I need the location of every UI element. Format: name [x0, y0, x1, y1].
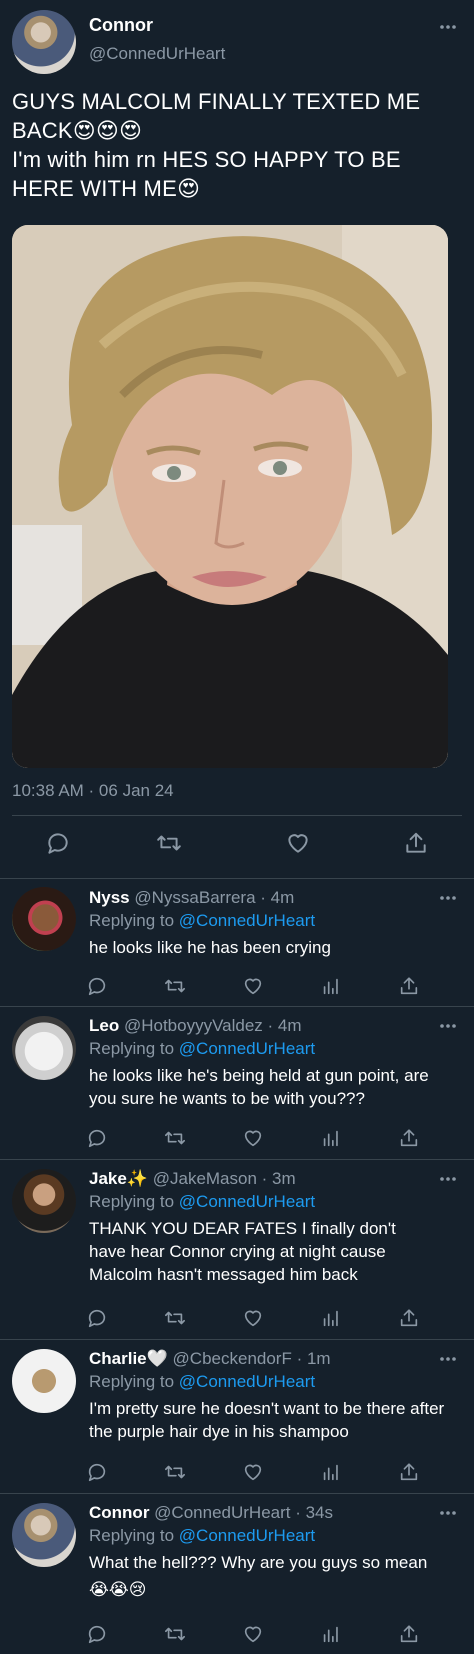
tweet-photo[interactable]	[12, 225, 448, 768]
like-icon[interactable]	[242, 1127, 264, 1149]
tweet-actions	[0, 830, 474, 860]
reply-tweet[interactable]: Connor @ConnedUrHeart · 34s Replying to …	[0, 1493, 474, 1654]
tweet-text: GUYS MALCOLM FINALLY TEXTED ME BACK😍😍😍 I…	[12, 87, 462, 203]
more-icon[interactable]	[440, 1023, 456, 1029]
divider	[12, 815, 462, 816]
tweet-text-line: I'm with him rn HES SO HAPPY TO BE	[12, 147, 401, 172]
avatar[interactable]	[12, 1016, 76, 1080]
replying-to-link[interactable]: @ConnedUrHeart	[179, 911, 315, 930]
avatar[interactable]	[12, 1169, 76, 1233]
reply-icon[interactable]	[86, 1623, 108, 1645]
reply-tweet[interactable]: Jake✨ @JakeMason · 3m Replying to @Conne…	[0, 1159, 474, 1339]
reply-author-handle[interactable]: @ConnedUrHeart · 34s	[154, 1503, 333, 1522]
reply-actions	[0, 1623, 474, 1649]
more-icon[interactable]	[440, 1510, 456, 1516]
author-name[interactable]: Connor	[89, 15, 153, 36]
retweet-icon[interactable]	[156, 830, 182, 856]
avatar[interactable]	[12, 887, 76, 951]
like-icon[interactable]	[242, 1461, 264, 1483]
share-icon[interactable]	[398, 1623, 420, 1645]
reply-icon[interactable]	[86, 1307, 108, 1329]
replying-to-link[interactable]: @ConnedUrHeart	[179, 1192, 315, 1211]
avatar[interactable]	[12, 10, 76, 74]
more-icon[interactable]	[440, 1356, 456, 1362]
replying-to-label: Replying to	[89, 911, 175, 930]
author-handle[interactable]: @ConnedUrHeart	[89, 44, 225, 64]
analytics-icon[interactable]	[320, 975, 342, 997]
tweet-text-line: BACK😍😍😍	[12, 118, 143, 143]
like-icon[interactable]	[242, 1623, 264, 1645]
replying-to-link[interactable]: @ConnedUrHeart	[179, 1372, 315, 1391]
reply-text: I'm pretty sure he doesn't want to be th…	[89, 1399, 445, 1441]
reply-author-handle[interactable]: @JakeMason · 3m	[153, 1169, 296, 1188]
reply-icon[interactable]	[86, 1127, 108, 1149]
replying-to-label: Replying to	[89, 1526, 175, 1545]
like-icon[interactable]	[242, 1307, 264, 1329]
replying-to-link[interactable]: @ConnedUrHeart	[179, 1526, 315, 1545]
tweet-timestamp[interactable]: 10:38 AM · 06 Jan 24	[12, 781, 174, 801]
reply-author-name[interactable]: Connor	[89, 1503, 149, 1522]
reply-text: he looks like he has been crying	[89, 938, 331, 957]
reply-text-emoji: 😭😭😢	[89, 1580, 147, 1599]
reply-tweet[interactable]: Charlie🤍 @CbeckendorF · 1m Replying to @…	[0, 1339, 474, 1493]
retweet-icon[interactable]	[164, 1461, 186, 1483]
reply-icon[interactable]	[86, 975, 108, 997]
share-icon[interactable]	[398, 1127, 420, 1149]
replying-to-link[interactable]: @ConnedUrHeart	[179, 1039, 315, 1058]
reply-tweet[interactable]: Leo @HotboyyyValdez · 4m Replying to @Co…	[0, 1006, 474, 1159]
retweet-icon[interactable]	[164, 975, 186, 997]
replying-to-label: Replying to	[89, 1039, 175, 1058]
reply-author-handle[interactable]: @HotboyyyValdez · 4m	[124, 1016, 302, 1035]
replying-to-label: Replying to	[89, 1372, 175, 1391]
like-icon[interactable]	[285, 830, 311, 856]
reply-actions	[0, 975, 474, 1001]
retweet-icon[interactable]	[164, 1623, 186, 1645]
reply-author-handle[interactable]: @CbeckendorF · 1m	[173, 1349, 331, 1368]
reply-icon[interactable]	[45, 830, 71, 856]
tweet-text-line: HERE WITH ME😍	[12, 176, 201, 201]
reply-author-name[interactable]: Charlie🤍	[89, 1349, 168, 1368]
reply-author-name[interactable]: Nyss	[89, 888, 130, 907]
reply-author-name[interactable]: Jake✨	[89, 1169, 148, 1188]
share-icon[interactable]	[398, 1307, 420, 1329]
reply-text: What the hell??? Why are you guys so mea…	[89, 1551, 459, 1601]
analytics-icon[interactable]	[320, 1307, 342, 1329]
reply-actions	[0, 1307, 474, 1333]
analytics-icon[interactable]	[320, 1461, 342, 1483]
reply-tweet[interactable]: Nyss @NyssaBarrera · 4m Replying to @Con…	[0, 878, 474, 1006]
reply-text-line: What the hell??? Why are you guys so mea…	[89, 1553, 428, 1572]
reply-text: THANK YOU DEAR FATES I finally don't hav…	[89, 1219, 396, 1284]
more-icon[interactable]	[440, 895, 456, 901]
avatar[interactable]	[12, 1503, 76, 1567]
avatar[interactable]	[12, 1349, 76, 1413]
reply-actions	[0, 1461, 474, 1487]
share-icon[interactable]	[398, 975, 420, 997]
tweet-text-line: GUYS MALCOLM FINALLY TEXTED ME	[12, 89, 421, 114]
reply-actions	[0, 1127, 474, 1153]
analytics-icon[interactable]	[320, 1127, 342, 1149]
more-icon[interactable]	[440, 24, 456, 30]
retweet-icon[interactable]	[164, 1307, 186, 1329]
share-icon[interactable]	[403, 830, 429, 856]
replying-to-label: Replying to	[89, 1192, 175, 1211]
retweet-icon[interactable]	[164, 1127, 186, 1149]
share-icon[interactable]	[398, 1461, 420, 1483]
like-icon[interactable]	[242, 975, 264, 997]
reply-author-handle[interactable]: @NyssaBarrera · 4m	[134, 888, 294, 907]
reply-text: he looks like he's being held at gun poi…	[89, 1066, 429, 1108]
analytics-icon[interactable]	[320, 1623, 342, 1645]
more-icon[interactable]	[440, 1176, 456, 1182]
reply-author-name[interactable]: Leo	[89, 1016, 119, 1035]
reply-icon[interactable]	[86, 1461, 108, 1483]
